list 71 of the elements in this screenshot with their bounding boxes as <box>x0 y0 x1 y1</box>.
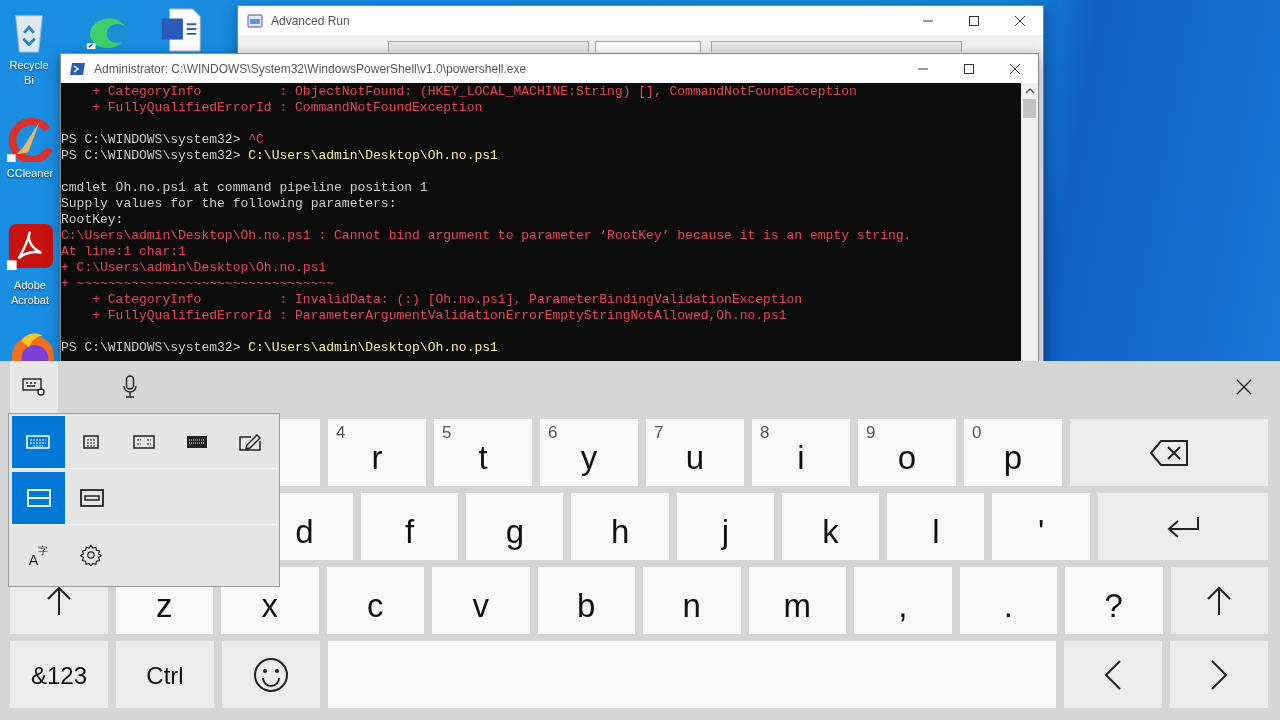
key[interactable]: 9 o <box>858 419 956 486</box>
console-line: Supply values for the following parameters: <box>61 196 398 212</box>
full-keyboard-icon <box>185 435 208 449</box>
microphone-icon[interactable] <box>122 375 138 399</box>
app-icon <box>247 12 263 29</box>
scroll-thumb[interactable] <box>1023 99 1036 118</box>
console-line: RootKey: <box>61 212 125 228</box>
key[interactable]: g <box>466 493 564 560</box>
console-line: + CategoryInfo : InvalidData: (:) [Oh.no.ps1], ParameterBindingValidationException <box>91 292 804 308</box>
key[interactable]: b <box>537 567 635 634</box>
icon-label: Recycle Bi <box>8 58 50 88</box>
left-chevron-icon <box>1103 658 1123 691</box>
console-line: C:\Users\admin\Desktop\Oh.no.ps1 : Cannot bind argument to parameter ‘RootKey’ because it is an empty string. <box>61 228 913 244</box>
console-line: At line:1 char:1 <box>61 244 187 260</box>
key[interactable]: c <box>326 567 424 634</box>
key[interactable]: v <box>432 567 530 634</box>
key[interactable]: Ctrl <box>116 641 214 708</box>
key[interactable]: m <box>748 567 846 634</box>
key[interactable]: &123 <box>10 641 108 708</box>
console-line: + C:\Users\admin\Desktop\Oh.no.ps1 <box>61 260 328 276</box>
key[interactable]: 5 t <box>434 419 532 486</box>
key[interactable]: . <box>959 567 1057 634</box>
dropdown[interactable] <box>595 41 701 52</box>
console-line: cmdlet Oh.no.ps1 at command pipeline position 1 <box>61 180 429 196</box>
close-icon[interactable] <box>1235 378 1253 396</box>
smiley-icon <box>252 656 289 693</box>
keyboard-icon <box>26 435 51 449</box>
docked-keyboard-option[interactable] <box>12 472 65 524</box>
floating-panel-icon <box>79 489 104 507</box>
icon-label: Adobe Acrobat <box>10 278 50 308</box>
emoji-key[interactable] <box>221 641 320 708</box>
icon-label: CCleaner <box>5 166 55 181</box>
backspace-key[interactable] <box>1070 419 1268 486</box>
enter-arrow-icon <box>1165 514 1200 539</box>
key[interactable]: j <box>676 493 774 560</box>
key[interactable]: ? <box>1065 567 1163 634</box>
key[interactable]: 0 p <box>964 419 1062 486</box>
browser-icon[interactable] <box>84 5 130 51</box>
console-line: PS C:\WINDOWS\system32> ^C <box>61 132 265 148</box>
key[interactable]: h <box>571 493 669 560</box>
split-keyboard-icon <box>133 435 155 449</box>
key[interactable]: 8 i <box>752 419 850 486</box>
key[interactable]: 6 y <box>540 419 638 486</box>
terminal-icon <box>70 60 86 77</box>
settings-icon[interactable] <box>80 543 102 566</box>
console-line: + FullyQualifiedErrorId : CommandNotFoundException <box>91 100 484 116</box>
key[interactable]: l <box>887 493 985 560</box>
small-keyboard-icon <box>83 435 100 449</box>
pdf-reader-icon[interactable] <box>7 224 53 270</box>
right-chevron-icon <box>1209 658 1229 691</box>
backspace-icon <box>1149 438 1189 467</box>
console-line: + CategoryInfo : ObjectNotFound: (HKEY_LOCAL_MACHINE:String) [], CommandNotFoundException <box>91 84 858 100</box>
key[interactable]: , <box>854 567 952 634</box>
window-title: Administrator: C:\WINDOWS\System32\WindowsPowerShell\v1.0\powershell.exe <box>94 61 527 76</box>
console-line: PS C:\WINDOWS\system32> C:\Users\admin\Desktop\Oh.no.ps1 <box>61 340 499 356</box>
key[interactable]: f <box>361 493 459 560</box>
key[interactable]: 4 r <box>328 419 426 486</box>
cleaner-app-icon[interactable] <box>7 116 53 162</box>
key[interactable]: n <box>643 567 741 634</box>
keyboard-gear-icon <box>22 377 46 397</box>
console-line: PS C:\WINDOWS\system32> C:\Users\admin\Desktop\Oh.no.ps1 <box>61 148 499 164</box>
console-line: + FullyQualifiedErrorId : ParameterArgumentValidationErrorEmptyStringNotAllowed,Oh.no.ps1 <box>91 308 788 324</box>
pen-icon <box>238 433 261 451</box>
scrollbar[interactable] <box>1021 83 1038 361</box>
key[interactable]: ' <box>992 493 1090 560</box>
window-title: Advanced Run <box>271 13 350 28</box>
docked-panel-icon <box>26 489 51 507</box>
key[interactable]: k <box>782 493 880 560</box>
console-line: + ~~~~~~~~~~~~~~~~~~~~~~~~~~~~~~~~~ <box>61 276 336 292</box>
key[interactable]: 7 u <box>646 419 744 486</box>
keyboard-settings-button[interactable] <box>10 361 58 413</box>
